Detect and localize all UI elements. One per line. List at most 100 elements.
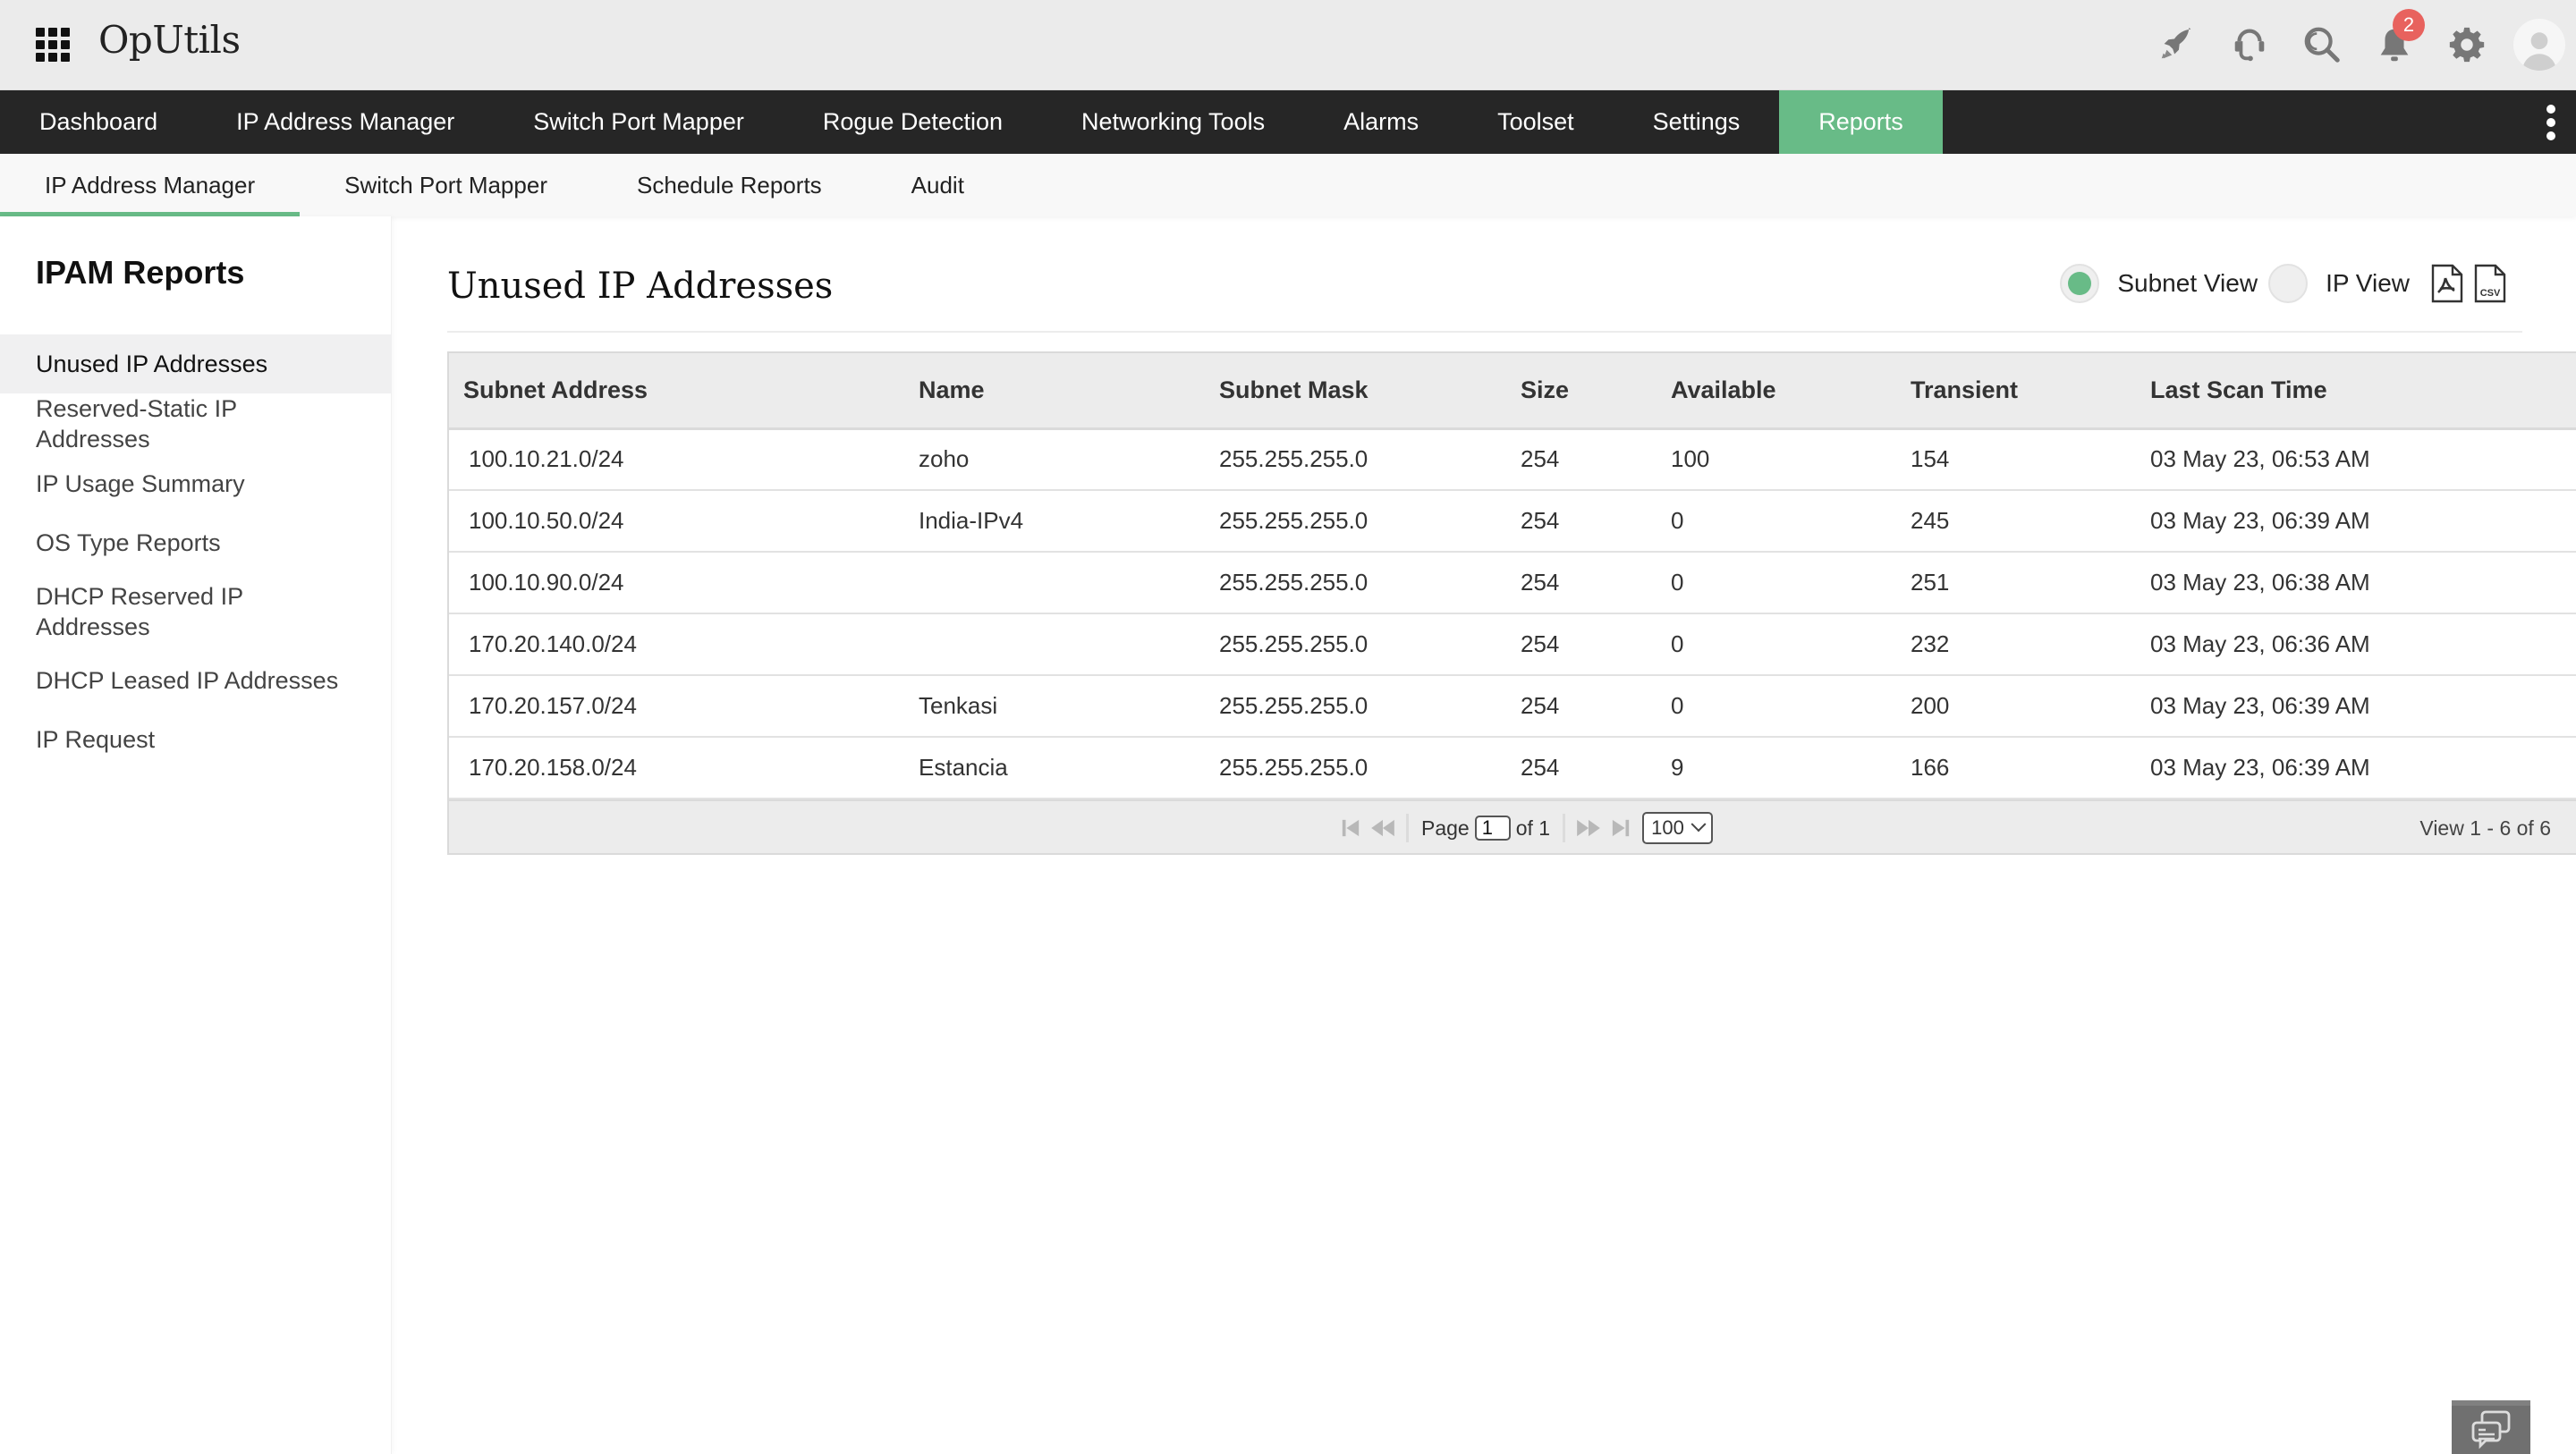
- cell-name: [904, 552, 1205, 614]
- subnet-view-label[interactable]: Subnet View: [2117, 269, 2258, 298]
- column-header-subnet-mask[interactable]: Subnet Mask: [1205, 353, 1506, 430]
- ip-view-label[interactable]: IP View: [2326, 269, 2410, 298]
- cell-size: 254: [1506, 490, 1657, 553]
- column-header-transient[interactable]: Transient: [1896, 353, 2136, 430]
- cell-subnet-address[interactable]: 100.10.90.0/24: [449, 552, 904, 614]
- unused-ip-table: Subnet Address Name Subnet Mask Size Ava…: [447, 351, 2576, 855]
- sidebar-item-dhcp-leased-ip[interactable]: DHCP Leased IP Addresses: [0, 651, 392, 710]
- chat-icon: [2471, 1410, 2511, 1450]
- sidebar-title: IPAM Reports: [36, 254, 245, 291]
- last-page-button[interactable]: [1607, 815, 1634, 841]
- cell-subnet-address[interactable]: 100.10.50.0/24: [449, 490, 904, 553]
- page-size-value: 100: [1651, 816, 1684, 839]
- column-header-subnet-address[interactable]: Subnet Address: [449, 353, 904, 430]
- table-row[interactable]: 170.20.157.0/24 Tenkasi 255.255.255.0 25…: [449, 675, 2576, 738]
- cell-name: [904, 613, 1205, 676]
- column-header-name[interactable]: Name: [904, 353, 1205, 430]
- previous-page-icon: [1371, 819, 1394, 837]
- quick-launch-button[interactable]: [2154, 21, 2200, 68]
- nav-reports[interactable]: Reports: [1779, 90, 1943, 154]
- sidebar-item-unused-ip-addresses[interactable]: Unused IP Addresses: [0, 334, 392, 393]
- cell-subnet-address[interactable]: 100.10.21.0/24: [449, 428, 904, 491]
- support-button[interactable]: [2226, 21, 2273, 68]
- table-row[interactable]: 100.10.21.0/24 zoho 255.255.255.0 254 10…: [449, 428, 2576, 491]
- column-header-size[interactable]: Size: [1506, 353, 1657, 430]
- reports-sidebar: IPAM Reports Unused IP Addresses Reserve…: [0, 216, 392, 1454]
- cell-transient: 251: [1896, 552, 2136, 614]
- nav-ip-address-manager[interactable]: IP Address Manager: [197, 90, 494, 154]
- column-header-last-scan-time[interactable]: Last Scan Time: [2136, 353, 2576, 430]
- cell-transient: 200: [1896, 675, 2136, 738]
- cell-subnet-address[interactable]: 170.20.157.0/24: [449, 675, 904, 738]
- ip-view-radio[interactable]: [2268, 264, 2309, 303]
- cell-subnet-address[interactable]: 170.20.140.0/24: [449, 613, 904, 676]
- view-toggle: Subnet View IP View CSV: [2060, 261, 2506, 306]
- cell-size: 254: [1506, 613, 1657, 676]
- table-header-row: Subnet Address Name Subnet Mask Size Ava…: [449, 353, 2576, 430]
- csv-export-icon[interactable]: CSV: [2474, 264, 2506, 303]
- subnav-ip-address-manager[interactable]: IP Address Manager: [0, 154, 301, 216]
- settings-button[interactable]: [2444, 21, 2490, 68]
- user-avatar[interactable]: [2513, 19, 2565, 71]
- nav-toolset[interactable]: Toolset: [1458, 90, 1614, 154]
- radio-selected-dot: [2068, 272, 2092, 295]
- main-navigation: Dashboard IP Address Manager Switch Port…: [0, 90, 2576, 154]
- cell-name: Estancia: [904, 737, 1205, 799]
- nav-alarms[interactable]: Alarms: [1304, 90, 1458, 154]
- more-menu-icon[interactable]: [2546, 105, 2556, 140]
- page-number-input[interactable]: [1474, 816, 1511, 841]
- notifications-button[interactable]: 2: [2371, 9, 2425, 68]
- cell-subnet-address[interactable]: 170.20.158.0/24: [449, 737, 904, 799]
- cell-last-scan-time: 03 May 23, 06:36 AM: [2136, 613, 2576, 676]
- page-label: Page: [1421, 816, 1470, 840]
- nav-networking-tools[interactable]: Networking Tools: [1042, 90, 1304, 154]
- cell-size: 254: [1506, 428, 1657, 491]
- page-size-select[interactable]: 100: [1642, 812, 1713, 844]
- sidebar-item-ip-usage-summary[interactable]: IP Usage Summary: [0, 454, 392, 513]
- nav-switch-port-mapper[interactable]: Switch Port Mapper: [494, 90, 784, 154]
- cell-subnet-mask: 255.255.255.0: [1205, 428, 1506, 491]
- top-toolbar: 2: [2128, 0, 2576, 89]
- cell-available: 9: [1657, 737, 1896, 799]
- subnav-schedule-reports[interactable]: Schedule Reports: [592, 154, 867, 216]
- apps-grid-icon[interactable]: [36, 28, 70, 62]
- column-header-available[interactable]: Available: [1657, 353, 1896, 430]
- sidebar-item-ip-request[interactable]: IP Request: [0, 710, 392, 769]
- search-icon: [2304, 27, 2340, 63]
- cell-available: 0: [1657, 490, 1896, 553]
- table-row[interactable]: 100.10.90.0/24 255.255.255.0 254 0 251 0…: [449, 552, 2576, 614]
- table-pagination-bar: Page of 1 100 View 1 - 6 of 6: [449, 799, 2576, 853]
- cell-available: 100: [1657, 428, 1896, 491]
- table-row[interactable]: 170.20.158.0/24 Estancia 255.255.255.0 2…: [449, 737, 2576, 799]
- nav-dashboard[interactable]: Dashboard: [0, 90, 197, 154]
- subnav-audit[interactable]: Audit: [867, 154, 1009, 216]
- cell-last-scan-time: 03 May 23, 06:39 AM: [2136, 737, 2576, 799]
- previous-page-button[interactable]: [1369, 815, 1396, 841]
- title-divider: [447, 331, 2522, 333]
- cell-available: 0: [1657, 613, 1896, 676]
- pdf-export-icon[interactable]: [2431, 264, 2463, 303]
- first-page-button[interactable]: [1337, 815, 1364, 841]
- cell-name: Tenkasi: [904, 675, 1205, 738]
- sidebar-item-os-type-reports[interactable]: OS Type Reports: [0, 513, 392, 572]
- search-button[interactable]: [2299, 21, 2345, 68]
- table-row[interactable]: 170.20.140.0/24 255.255.255.0 254 0 232 …: [449, 613, 2576, 676]
- next-page-icon: [1577, 819, 1600, 837]
- chat-widget-button[interactable]: [2452, 1400, 2530, 1454]
- sidebar-list: Unused IP Addresses Reserved-Static IP A…: [0, 334, 392, 769]
- sidebar-item-reserved-static-ip[interactable]: Reserved-Static IP Addresses: [0, 393, 392, 454]
- cell-size: 254: [1506, 737, 1657, 799]
- notification-count-badge: 2: [2393, 9, 2425, 41]
- pager: Page of 1 100: [1335, 801, 1713, 855]
- table-row[interactable]: 100.10.50.0/24 India-IPv4 255.255.255.0 …: [449, 490, 2576, 553]
- app-title: OpUtils: [98, 18, 241, 62]
- nav-settings[interactable]: Settings: [1614, 90, 1780, 154]
- cell-name: zoho: [904, 428, 1205, 491]
- pager-separator: [1563, 814, 1566, 842]
- sidebar-item-dhcp-reserved-ip[interactable]: DHCP Reserved IP Addresses: [0, 572, 392, 651]
- next-page-button[interactable]: [1575, 815, 1602, 841]
- nav-rogue-detection[interactable]: Rogue Detection: [784, 90, 1042, 154]
- subnet-view-radio[interactable]: [2060, 264, 2100, 303]
- subnav-switch-port-mapper[interactable]: Switch Port Mapper: [300, 154, 592, 216]
- chevron-down-icon: [1690, 816, 1707, 833]
